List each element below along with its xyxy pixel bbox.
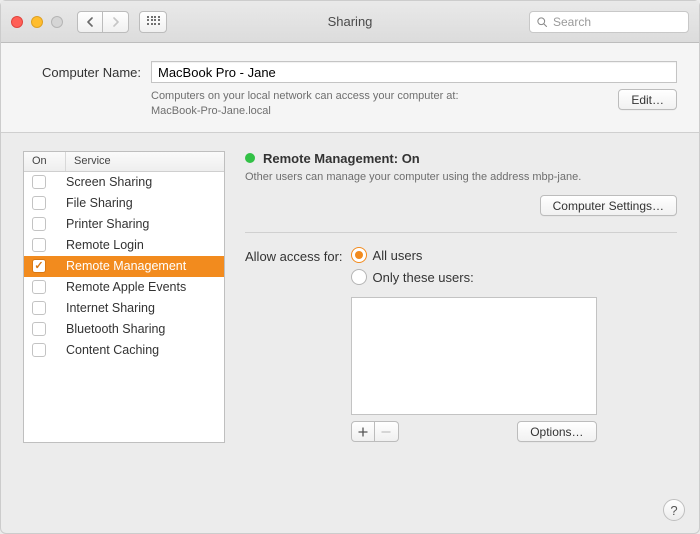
- service-row[interactable]: Content Caching: [24, 340, 224, 361]
- help-button[interactable]: ?: [663, 499, 685, 521]
- access-label: Allow access for:: [245, 247, 343, 264]
- service-row[interactable]: Bluetooth Sharing: [24, 319, 224, 340]
- service-checkbox[interactable]: [32, 301, 46, 315]
- computer-name-section: Computer Name: Computers on your local n…: [1, 43, 699, 133]
- zoom-window-icon: [51, 16, 63, 28]
- service-label: Screen Sharing: [66, 175, 152, 189]
- service-label: Remote Login: [66, 238, 144, 252]
- search-icon: [536, 16, 548, 28]
- service-label: Content Caching: [66, 343, 159, 357]
- caption-line-2: MacBook-Pro-Jane.local: [151, 105, 271, 117]
- service-label: File Sharing: [66, 196, 133, 210]
- plus-icon: [358, 427, 368, 437]
- show-all-button[interactable]: [139, 11, 167, 33]
- radio-only-users[interactable]: Only these users:: [351, 269, 597, 285]
- service-label: Printer Sharing: [66, 217, 149, 231]
- detail-pane: Remote Management: On Other users can ma…: [245, 151, 677, 533]
- window-controls: [11, 16, 63, 28]
- services-list[interactable]: Screen Sharing File Sharing Printer Sharin…: [24, 172, 224, 442]
- options-button[interactable]: Options…: [517, 421, 596, 442]
- col-header-service[interactable]: Service: [66, 152, 224, 171]
- forward-button: [103, 11, 129, 33]
- computer-name-label: Computer Name:: [23, 65, 141, 80]
- computer-name-caption: Computers on your local network can acce…: [151, 89, 604, 120]
- service-row[interactable]: Printer Sharing: [24, 214, 224, 235]
- service-checkbox[interactable]: [32, 280, 46, 294]
- services-header: On Service: [24, 152, 224, 172]
- remove-user-button: [375, 421, 399, 442]
- radio-icon: [351, 247, 367, 263]
- main-content: On Service Screen Sharing File Sharing Pri…: [1, 133, 699, 533]
- radio-all-users[interactable]: All users: [351, 247, 597, 263]
- service-row[interactable]: Screen Sharing: [24, 172, 224, 193]
- service-label: Internet Sharing: [66, 301, 155, 315]
- computer-settings-button[interactable]: Computer Settings…: [540, 195, 677, 216]
- back-button[interactable]: [77, 11, 103, 33]
- col-header-on[interactable]: On: [24, 152, 66, 171]
- service-checkbox[interactable]: [32, 196, 46, 210]
- service-row[interactable]: Remote Management: [24, 256, 224, 277]
- minus-icon: [381, 427, 391, 437]
- services-table: On Service Screen Sharing File Sharing Pri…: [23, 151, 225, 443]
- titlebar: Sharing: [1, 1, 699, 43]
- chevron-left-icon: [86, 17, 94, 27]
- status-description: Other users can manage your computer usi…: [245, 170, 605, 185]
- search-input[interactable]: [553, 15, 682, 29]
- caption-line-1: Computers on your local network can acce…: [151, 90, 459, 102]
- status-line: Remote Management: On: [245, 151, 677, 166]
- minimize-window-icon[interactable]: [31, 16, 43, 28]
- add-remove-group: [351, 421, 399, 442]
- radio-all-label: All users: [373, 248, 423, 263]
- close-window-icon[interactable]: [11, 16, 23, 28]
- radio-only-label: Only these users:: [373, 270, 474, 285]
- service-checkbox[interactable]: [32, 259, 46, 273]
- nav-buttons: [77, 11, 129, 33]
- edit-button[interactable]: Edit…: [618, 89, 677, 110]
- search-field[interactable]: [529, 11, 689, 33]
- service-checkbox[interactable]: [32, 322, 46, 336]
- service-row[interactable]: Remote Login: [24, 235, 224, 256]
- service-label: Remote Apple Events: [66, 280, 186, 294]
- status-title: Remote Management: On: [263, 151, 420, 166]
- service-checkbox[interactable]: [32, 238, 46, 252]
- radio-icon: [351, 269, 367, 285]
- service-checkbox[interactable]: [32, 175, 46, 189]
- service-row[interactable]: Internet Sharing: [24, 298, 224, 319]
- service-label: Bluetooth Sharing: [66, 322, 165, 336]
- service-checkbox[interactable]: [32, 217, 46, 231]
- divider: [245, 232, 677, 233]
- status-indicator-icon: [245, 153, 255, 163]
- chevron-right-icon: [112, 17, 120, 27]
- service-row[interactable]: File Sharing: [24, 193, 224, 214]
- grid-icon: [147, 16, 159, 28]
- users-list[interactable]: [351, 297, 597, 415]
- access-section: Allow access for: All users Only these u…: [245, 247, 677, 442]
- computer-name-input[interactable]: [151, 61, 677, 83]
- add-user-button[interactable]: [351, 421, 375, 442]
- service-row[interactable]: Remote Apple Events: [24, 277, 224, 298]
- service-label: Remote Management: [66, 259, 186, 273]
- service-checkbox[interactable]: [32, 343, 46, 357]
